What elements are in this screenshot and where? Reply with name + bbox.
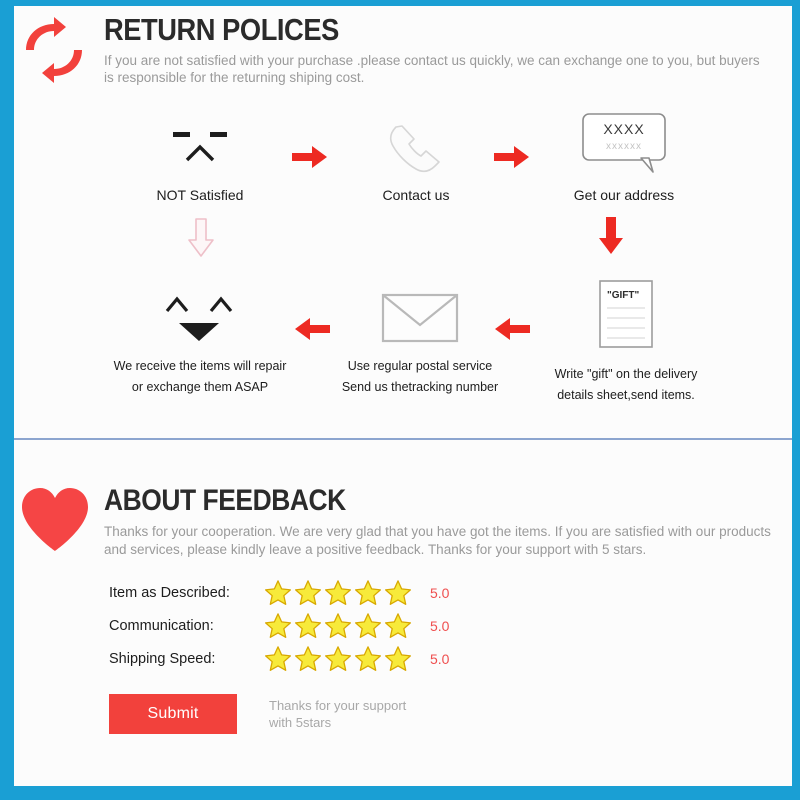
star-rating-shipping-speed[interactable]	[264, 645, 412, 673]
arrow-right-2-icon	[492, 142, 532, 177]
submit-row: Submit Thanks for your support with 5sta…	[109, 694, 406, 734]
step-contact-us: Contact us	[338, 116, 494, 204]
star-icon	[294, 645, 322, 671]
return-description: If you are not satisfied with your purch…	[104, 52, 764, 86]
sad-face-icon	[122, 116, 278, 178]
rating-score: 5.0	[430, 650, 450, 667]
star-icon	[294, 579, 322, 605]
star-icon	[264, 579, 292, 605]
star-rating-communication[interactable]	[264, 612, 412, 640]
telephone-icon	[338, 116, 494, 178]
star-icon	[354, 645, 382, 671]
star-icon	[354, 579, 382, 605]
feedback-section: ABOUT FEEDBACK Thanks for your cooperati…	[14, 446, 792, 786]
step-caption-line1: Write "gift" on the delivery	[554, 367, 698, 381]
page-title: RETURN POLICES	[104, 12, 339, 47]
feedback-heading-block: ABOUT FEEDBACK Thanks for your cooperati…	[104, 484, 778, 559]
star-icon	[384, 579, 412, 605]
submit-note: Thanks for your support with 5stars	[269, 697, 406, 731]
star-icon	[294, 612, 322, 638]
ratings-list: Item as Described: 5.0 Communication: 5.…	[109, 576, 449, 675]
feedback-description-line1: Thanks for your cooperation. We are very…	[104, 524, 716, 539]
step-postal-service: Use regular postal service Send us thetr…	[332, 286, 508, 397]
arrow-down-right-icon	[596, 214, 626, 263]
rating-row-communication: Communication: 5.0	[109, 609, 449, 642]
return-flow-diagram: NOT Satisfied Contact us XXXX xxxxxx Get…	[14, 106, 792, 426]
step-caption-line1: Use regular postal service	[347, 359, 493, 373]
star-rating-item-as-described[interactable]	[264, 579, 412, 607]
feedback-description: Thanks for your cooperation. We are very…	[104, 523, 778, 559]
star-icon	[324, 612, 352, 638]
step-caption: Get our address	[573, 187, 675, 203]
speech-bubble-icon: XXXX xxxxxx	[544, 108, 704, 178]
step-caption-line2: details sheet,send items.	[557, 388, 695, 402]
star-icon	[354, 612, 382, 638]
return-description-line1: If you are not satisfied with your purch…	[104, 53, 693, 68]
arrow-left-2-icon	[492, 314, 532, 349]
step-not-satisfied: NOT Satisfied	[122, 116, 278, 204]
return-policy-page: RETURN POLICES If you are not satisfied …	[0, 0, 800, 800]
step-caption-line2: Send us thetracking number	[341, 380, 499, 394]
submit-note-line2: with 5stars	[269, 715, 332, 730]
arrow-right-1-icon	[290, 142, 330, 177]
arrow-down-left-icon	[186, 216, 216, 265]
section-divider	[14, 438, 792, 440]
submit-note-line1: Thanks for your support	[269, 698, 407, 713]
rating-row-shipping-speed: Shipping Speed: 5.0	[109, 642, 449, 675]
happy-face-icon	[92, 286, 308, 348]
return-arrows-icon	[18, 14, 90, 86]
star-icon	[264, 612, 292, 638]
step-we-receive-items: We receive the items will repair or exch…	[92, 286, 308, 397]
rating-score: 5.0	[430, 617, 450, 634]
step-write-gift: "GIFT" Write "gift" on the delivery deta…	[538, 278, 714, 405]
envelope-icon	[332, 286, 508, 348]
page-content: RETURN POLICES If you are not satisfied …	[14, 6, 792, 786]
rating-score: 5.0	[430, 584, 450, 601]
star-icon	[384, 612, 412, 638]
step-caption: Contact us	[382, 187, 450, 203]
gift-document-icon: "GIFT"	[538, 278, 714, 356]
heart-icon	[18, 484, 92, 554]
return-policy-section: RETURN POLICES If you are not satisfied …	[14, 6, 792, 440]
step-caption-line2: or exchange them ASAP	[131, 380, 269, 394]
star-icon	[264, 645, 292, 671]
submit-button[interactable]: Submit	[109, 694, 237, 734]
step-caption: NOT Satisfied	[156, 187, 244, 203]
star-icon	[324, 645, 352, 671]
rating-row-item-as-described: Item as Described: 5.0	[109, 576, 449, 609]
feedback-title: ABOUT FEEDBACK	[104, 484, 346, 517]
step-get-address: XXXX xxxxxx Get our address	[544, 108, 704, 204]
rating-label: Item as Described:	[109, 584, 230, 601]
return-heading-block: RETURN POLICES If you are not satisfied …	[104, 12, 772, 86]
rating-label: Communication:	[109, 617, 214, 634]
arrow-left-1-icon	[292, 314, 332, 349]
star-icon	[384, 645, 412, 671]
rating-label: Shipping Speed:	[109, 650, 216, 667]
star-icon	[324, 579, 352, 605]
bubble-text-bottom: xxxxxx	[606, 141, 642, 152]
step-caption-line1: We receive the items will repair	[113, 359, 287, 373]
bubble-text-top: XXXX	[603, 121, 644, 137]
document-label: "GIFT"	[607, 290, 640, 301]
